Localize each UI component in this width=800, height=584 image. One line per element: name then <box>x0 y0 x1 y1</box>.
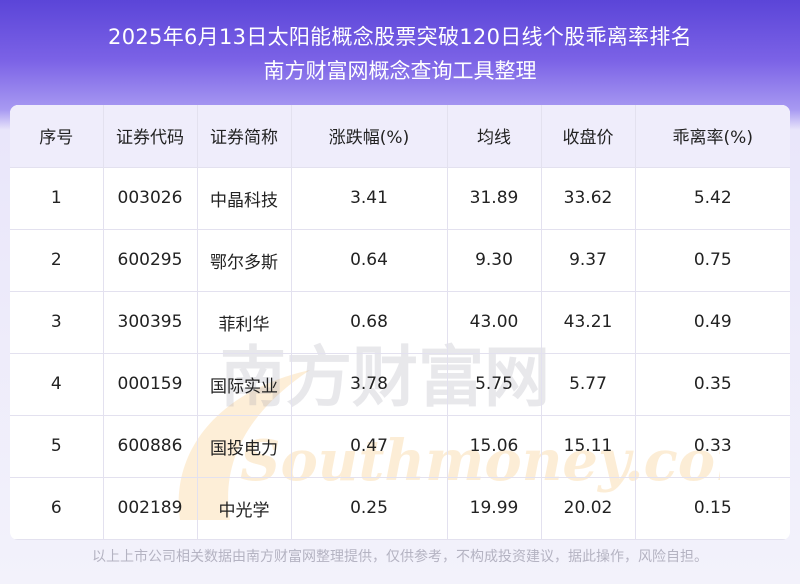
cell-change: 0.47 <box>291 415 448 478</box>
col-header-index: 序号 <box>10 105 104 168</box>
cell-change: 3.78 <box>291 353 448 416</box>
table-row: 4 000159 国际实业 3.78 5.75 5.77 0.35 <box>10 353 790 416</box>
cell-ma: 31.89 <box>447 167 542 230</box>
cell-code: 600295 <box>103 229 198 292</box>
cell-ma: 5.75 <box>447 353 542 416</box>
disclaimer-footer: 以上上市公司相关数据由南方财富网整理提供，仅供参考，不构成投资建议，据此操作，风… <box>92 549 708 565</box>
cell-ma: 9.30 <box>447 229 542 292</box>
cell-ma: 15.06 <box>447 415 542 478</box>
table-row: 5 600886 国投电力 0.47 15.06 15.11 0.33 <box>10 415 790 478</box>
cell-bias: 5.42 <box>635 167 790 230</box>
cell-index: 5 <box>10 415 104 478</box>
cell-code: 300395 <box>103 291 198 354</box>
cell-code: 000159 <box>103 353 198 416</box>
cell-close: 5.77 <box>541 353 636 416</box>
table-header-row: 序号 证券代码 证券简称 涨跌幅(%) 均线 收盘价 乖离率(%) <box>10 105 790 168</box>
col-header-close: 收盘价 <box>541 105 636 168</box>
cell-name: 鄂尔多斯 <box>197 229 292 292</box>
cell-ma: 19.99 <box>447 477 542 540</box>
cell-change: 0.64 <box>291 229 448 292</box>
col-header-code: 证券代码 <box>103 105 198 168</box>
table-row: 6 002189 中光学 0.25 19.99 20.02 0.15 <box>10 477 790 540</box>
cell-code: 600886 <box>103 415 198 478</box>
cell-close: 43.21 <box>541 291 636 354</box>
cell-change: 3.41 <box>291 167 448 230</box>
cell-name: 国投电力 <box>197 415 292 478</box>
cell-name: 菲利华 <box>197 291 292 354</box>
cell-name: 国际实业 <box>197 353 292 416</box>
cell-index: 2 <box>10 229 104 292</box>
stock-table: 序号 证券代码 证券简称 涨跌幅(%) 均线 收盘价 乖离率(%) 1 0030… <box>10 105 790 540</box>
cell-bias: 0.35 <box>635 353 790 416</box>
page-header: 2025年6月13日太阳能概念股票突破120日线个股乖离率排名 南方财富网概念查… <box>0 0 800 105</box>
cell-name: 中光学 <box>197 477 292 540</box>
cell-code: 002189 <box>103 477 198 540</box>
cell-index: 1 <box>10 167 104 230</box>
cell-index: 6 <box>10 477 104 540</box>
cell-change: 0.25 <box>291 477 448 540</box>
col-header-bias: 乖离率(%) <box>635 105 790 168</box>
cell-close: 15.11 <box>541 415 636 478</box>
page-subtitle: 南方财富网概念查询工具整理 <box>263 59 537 83</box>
cell-name: 中晶科技 <box>197 167 292 230</box>
page-title: 2025年6月13日太阳能概念股票突破120日线个股乖离率排名 <box>108 25 692 49</box>
col-header-name: 证券简称 <box>197 105 292 168</box>
col-header-change: 涨跌幅(%) <box>291 105 448 168</box>
cell-close: 9.37 <box>541 229 636 292</box>
table-row: 3 300395 菲利华 0.68 43.00 43.21 0.49 <box>10 291 790 354</box>
table-row: 1 003026 中晶科技 3.41 31.89 33.62 5.42 <box>10 167 790 230</box>
cell-close: 33.62 <box>541 167 636 230</box>
cell-bias: 0.49 <box>635 291 790 354</box>
cell-bias: 0.75 <box>635 229 790 292</box>
cell-ma: 43.00 <box>447 291 542 354</box>
cell-index: 3 <box>10 291 104 354</box>
cell-bias: 0.15 <box>635 477 790 540</box>
cell-index: 4 <box>10 353 104 416</box>
table-row: 2 600295 鄂尔多斯 0.64 9.30 9.37 0.75 <box>10 229 790 292</box>
cell-code: 003026 <box>103 167 198 230</box>
cell-change: 0.68 <box>291 291 448 354</box>
table-card: 南方财富网 Southmoney.com 序号 证券代码 证券简称 涨跌幅(%)… <box>10 105 790 540</box>
cell-bias: 0.33 <box>635 415 790 478</box>
col-header-ma: 均线 <box>447 105 542 168</box>
cell-close: 20.02 <box>541 477 636 540</box>
